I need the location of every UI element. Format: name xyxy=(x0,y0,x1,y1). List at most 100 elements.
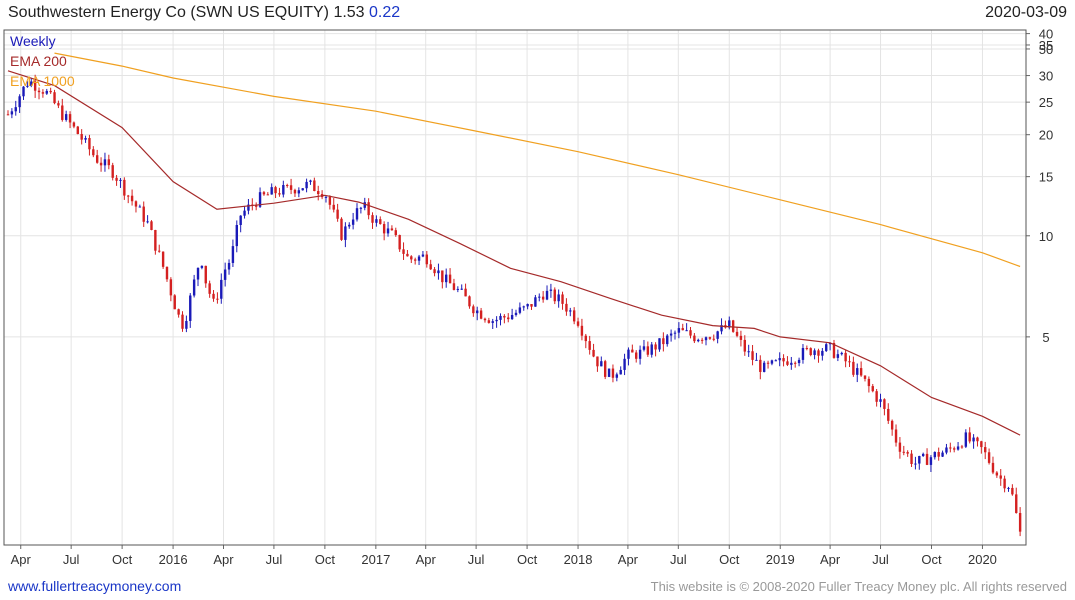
candle-body xyxy=(239,215,242,225)
candle-body xyxy=(510,315,514,320)
plot-frame xyxy=(3,29,1027,546)
candle-body xyxy=(658,338,661,350)
candle-body xyxy=(677,328,681,333)
candle-body xyxy=(223,269,227,280)
candle-body xyxy=(561,294,564,304)
candle-body xyxy=(611,368,615,378)
candle-body xyxy=(231,246,235,263)
candle-body xyxy=(371,215,374,223)
candle-body xyxy=(487,320,491,323)
candle-body xyxy=(293,189,297,194)
candle-body xyxy=(840,352,843,355)
candle-body xyxy=(867,378,871,387)
candle-body xyxy=(960,446,964,448)
x-tick-label: Apr xyxy=(618,552,639,567)
candle-body xyxy=(693,335,696,342)
candle-body xyxy=(216,298,219,300)
candle-body xyxy=(452,283,456,290)
candle-body xyxy=(704,337,708,341)
candle-body xyxy=(317,191,320,195)
candle-body xyxy=(530,304,533,307)
candle-body xyxy=(956,446,960,450)
candle-body xyxy=(270,187,273,195)
y-tick-label: 25 xyxy=(1039,95,1053,110)
candle-body xyxy=(654,344,657,350)
candle-body xyxy=(902,451,905,453)
candle-body xyxy=(413,259,417,261)
candle-body xyxy=(483,318,487,321)
candle-body xyxy=(638,349,642,359)
candle-body xyxy=(103,159,107,166)
candle-body xyxy=(592,349,595,357)
candle-body xyxy=(991,462,995,473)
candle-body xyxy=(359,207,363,209)
candle-body xyxy=(937,452,940,457)
candle-body xyxy=(425,254,429,265)
candle-body xyxy=(790,362,793,365)
candle-body xyxy=(53,92,56,104)
website-link[interactable]: www.fullertreacymoney.com xyxy=(8,578,181,594)
candle-body xyxy=(650,344,653,355)
candle-body xyxy=(227,262,231,270)
ema-1000-line xyxy=(54,52,1021,268)
candle-body xyxy=(747,351,750,353)
candle-body xyxy=(161,251,165,267)
candle-body xyxy=(468,296,471,307)
candle-body xyxy=(875,391,878,402)
candle-body xyxy=(88,138,91,150)
candle-body xyxy=(565,303,568,312)
candle-body xyxy=(278,193,281,195)
candle-body xyxy=(817,350,820,356)
candle-body xyxy=(336,209,339,219)
candle-body xyxy=(914,463,917,465)
candle-body xyxy=(448,274,452,284)
candle-body xyxy=(569,310,572,312)
candle-body xyxy=(355,208,359,220)
candle-body xyxy=(84,138,87,140)
y-tick-label: 10 xyxy=(1039,229,1053,244)
candle-body xyxy=(642,346,646,350)
candle-body xyxy=(410,256,413,260)
candle-body xyxy=(887,408,890,421)
x-tick-label: Oct xyxy=(719,552,740,567)
legend-entry: EMA 1000 xyxy=(10,73,75,89)
x-tick-label: 2020 xyxy=(968,552,997,567)
candle-body xyxy=(324,196,328,198)
candle-body xyxy=(615,374,619,378)
candle-body xyxy=(770,360,774,364)
candle-body xyxy=(386,228,390,234)
candle-body xyxy=(859,368,863,376)
candle-body xyxy=(518,307,522,313)
candle-body xyxy=(92,149,95,156)
candle-body xyxy=(607,368,611,377)
candle-body xyxy=(476,310,479,314)
candle-body xyxy=(794,362,797,364)
candle-body xyxy=(635,352,638,359)
legend-entry: EMA 200 xyxy=(10,53,67,69)
candle-body xyxy=(499,315,502,320)
candle-body xyxy=(825,344,828,351)
candle-body xyxy=(576,321,580,326)
candle-body xyxy=(72,122,76,127)
candle-body xyxy=(305,181,308,189)
legend-entry: Weekly xyxy=(10,33,56,49)
y-tick-label: 15 xyxy=(1039,170,1053,185)
candle-body xyxy=(80,133,83,140)
candle-body xyxy=(545,290,549,300)
candle-body xyxy=(115,177,118,181)
candle-body xyxy=(739,335,743,340)
candle-body xyxy=(945,447,948,453)
candle-body xyxy=(762,362,766,372)
candle-body xyxy=(786,361,789,365)
candle-body xyxy=(964,432,968,447)
candle-body xyxy=(646,346,650,355)
candle-body xyxy=(952,448,956,450)
candle-body xyxy=(138,206,142,208)
candle-body xyxy=(464,288,467,297)
x-tick-label: Jul xyxy=(468,552,485,567)
candle-body xyxy=(154,229,157,251)
candle-body xyxy=(700,339,704,341)
candle-body xyxy=(398,235,401,250)
candle-body xyxy=(743,339,746,352)
price-chart: Apr Jul Oct 2016 Apr Jul Oct 2017 Apr Jul Oct 2018 A… xyxy=(3,27,1053,567)
